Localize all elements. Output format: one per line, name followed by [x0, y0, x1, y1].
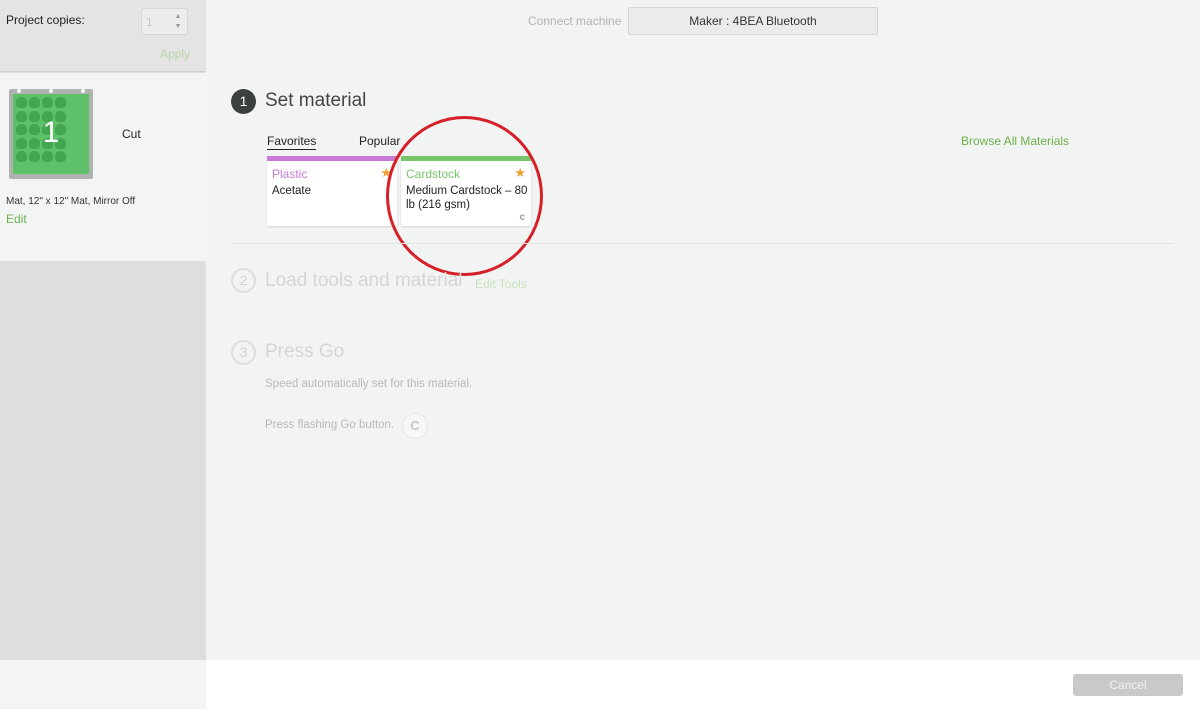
sidebar: Project copies: 1 ▲ ▼ Apply 1 Cut Mat, 1…	[0, 0, 206, 709]
divider	[231, 243, 1173, 244]
card-color-bar	[267, 156, 397, 161]
footer-bar: Cancel	[206, 660, 1200, 709]
step-2-number: 2	[231, 268, 256, 293]
step-3-title: Press Go	[265, 341, 345, 362]
mat-thumbnail[interactable]: 1	[9, 89, 93, 179]
card-category: Plastic	[272, 167, 308, 181]
mat-action-label: Cut	[122, 127, 141, 141]
cancel-button[interactable]: Cancel	[1073, 674, 1183, 696]
step-1-title: Set material	[265, 90, 367, 111]
project-copies-panel: Project copies: 1 ▲ ▼ Apply	[0, 0, 206, 72]
mat-preview: 1	[13, 94, 89, 174]
tab-favorites[interactable]: Favorites	[267, 134, 317, 150]
edit-tools-link[interactable]: Edit Tools	[475, 277, 527, 291]
go-button-icon: C	[402, 413, 428, 439]
tab-popular[interactable]: Popular	[359, 134, 400, 148]
highlight-circle-annotation	[386, 116, 543, 276]
step-1-number: 1	[231, 89, 256, 114]
project-copies-stepper[interactable]: 1 ▲ ▼	[141, 8, 188, 35]
press-go-instruction: Press flashing Go button.	[265, 419, 395, 431]
step-3-number: 3	[231, 340, 256, 365]
card-material-name: Acetate	[272, 185, 311, 197]
sidebar-footer	[0, 660, 206, 709]
apply-button[interactable]: Apply	[160, 47, 190, 61]
connect-machine-label: Connect machine	[528, 14, 622, 28]
mat-dot-icon	[81, 89, 85, 93]
machine-select-button[interactable]: Maker : 4BEA Bluetooth	[628, 7, 878, 35]
material-card-plastic[interactable]: Plastic ★ Acetate	[267, 156, 397, 226]
mat-panel[interactable]: 1 Cut Mat, 12" x 12" Mat, Mirror Off Edi…	[0, 73, 206, 261]
browse-all-materials-link[interactable]: Browse All Materials	[961, 134, 1069, 148]
mat-number: 1	[42, 116, 60, 149]
speed-info-text: Speed automatically set for this materia…	[265, 378, 473, 390]
mat-dot-icon	[17, 89, 21, 93]
stepper-arrows-icon[interactable]: ▲ ▼	[173, 12, 183, 32]
mat-dot-icon	[49, 89, 53, 93]
mat-info: Mat, 12" x 12" Mat, Mirror Off	[6, 196, 136, 207]
mat-edit-link[interactable]: Edit	[6, 212, 27, 226]
project-copies-value[interactable]: 1	[146, 15, 153, 29]
step-2-title: Load tools and material	[265, 270, 463, 291]
project-copies-label: Project copies:	[6, 13, 85, 27]
